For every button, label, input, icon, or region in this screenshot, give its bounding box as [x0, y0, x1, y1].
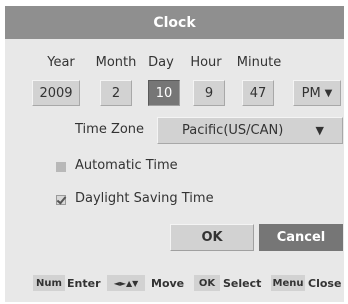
ok-button[interactable]: OK	[170, 224, 254, 251]
day-label: Day	[148, 55, 174, 70]
arrow-keys-action: Move	[151, 277, 185, 290]
menu-key: Menu	[271, 275, 305, 291]
timezone-label: Time Zone	[75, 122, 145, 137]
hour-field[interactable]: 9	[193, 80, 225, 106]
hour-label: Hour	[190, 55, 222, 70]
ok-key-action: Select	[223, 277, 262, 290]
automatic-time-checkbox[interactable]	[56, 162, 66, 172]
automatic-time-label: Automatic Time	[75, 158, 178, 173]
minute-label: Minute	[236, 55, 282, 70]
timezone-value: Pacific(US/CAN)	[182, 123, 284, 138]
year-label: Year	[47, 55, 75, 70]
day-field[interactable]: 10	[148, 80, 180, 106]
clock-dialog	[5, 6, 344, 302]
num-key-action: Enter	[67, 277, 101, 290]
month-label: Month	[95, 55, 137, 70]
menu-key-action: Close	[308, 277, 342, 290]
cancel-button[interactable]: Cancel	[259, 224, 343, 251]
year-field[interactable]: 2009	[32, 80, 80, 106]
chevron-down-icon: ▼	[315, 124, 324, 137]
daylight-saving-label: Daylight Saving Time	[75, 191, 214, 206]
ampm-select[interactable]: PM ▼	[293, 80, 341, 106]
ampm-value: PM	[301, 85, 321, 101]
ok-key: OK	[194, 275, 220, 291]
minute-field[interactable]: 47	[242, 80, 274, 106]
chevron-down-icon: ▼	[324, 87, 333, 99]
timezone-select[interactable]: Pacific(US/CAN) ▼	[157, 117, 343, 144]
dialog-title: Clock	[5, 6, 344, 39]
daylight-saving-checkbox[interactable]	[56, 195, 66, 205]
num-key: Num	[33, 275, 65, 291]
month-field[interactable]: 2	[100, 80, 132, 106]
arrow-keys-icon: ◄►▲▼	[107, 275, 145, 291]
